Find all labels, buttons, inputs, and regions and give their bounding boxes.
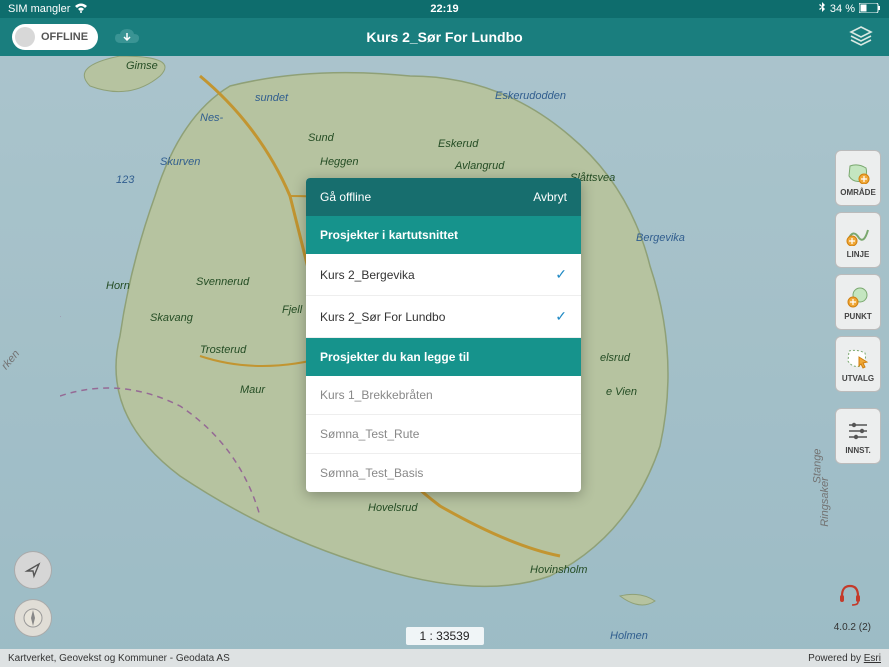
layers-button[interactable] — [845, 21, 877, 53]
status-time: 22:19 — [430, 3, 458, 15]
tool-selection-button[interactable]: UTVALG — [835, 336, 881, 392]
tool-panel: OMRÅDE LINJE PUNKT UTVALG INNST. — [835, 150, 881, 464]
line-icon — [845, 222, 871, 248]
offline-toggle[interactable]: OFFLINE — [12, 24, 98, 50]
modal-section-in-extent: Prosjekter i kartutsnittet — [306, 216, 581, 254]
sliders-icon — [845, 418, 871, 444]
support-button[interactable] — [835, 579, 865, 609]
compass-button[interactable] — [14, 599, 52, 637]
tool-point-button[interactable]: PUNKT — [835, 274, 881, 330]
project-item-available[interactable]: Sømna_Test_Rute — [306, 415, 581, 454]
check-icon: ✓ — [555, 266, 567, 283]
tool-label: INNST. — [845, 446, 870, 455]
tool-label: PUNKT — [844, 312, 872, 321]
project-label: Kurs 2_Sør For Lundbo — [320, 310, 445, 324]
status-bar: SIM mangler 22:19 34 % — [0, 0, 889, 18]
location-arrow-icon — [24, 561, 42, 579]
cloud-download-button[interactable] — [110, 23, 144, 51]
project-item-available[interactable]: Sømna_Test_Basis — [306, 454, 581, 492]
sim-status: SIM mangler — [8, 3, 70, 15]
esri-link[interactable]: Esri — [864, 653, 881, 664]
battery-percent: 34 % — [830, 3, 855, 15]
project-item-included[interactable]: Kurs 2_Bergevika ✓ — [306, 254, 581, 296]
footer: Kartverket, Geovekst og Kommuner - Geoda… — [0, 649, 889, 667]
tool-label: UTVALG — [842, 374, 874, 383]
selection-icon — [845, 346, 871, 372]
point-icon — [845, 284, 871, 310]
map-scale: 1 : 33539 — [405, 627, 483, 645]
battery-icon — [859, 3, 881, 16]
modal-cancel-button[interactable]: Avbryt — [533, 190, 567, 204]
toggle-knob — [15, 27, 35, 47]
check-icon: ✓ — [555, 308, 567, 325]
version-label: 4.0.2 (2) — [834, 622, 871, 633]
headset-icon — [837, 581, 863, 607]
compass-icon — [22, 607, 44, 629]
project-item-available[interactable]: Kurs 1_Brekkebråten — [306, 376, 581, 415]
tool-settings-button[interactable]: INNST. — [835, 408, 881, 464]
project-label: Sømna_Test_Basis — [320, 466, 423, 480]
wifi-icon — [74, 3, 88, 16]
offline-modal: Gå offline Avbryt Prosjekter i kartutsni… — [306, 178, 581, 492]
app-header: OFFLINE Kurs 2_Sør For Lundbo — [0, 18, 889, 56]
tool-area-button[interactable]: OMRÅDE — [835, 150, 881, 206]
tool-label: LINJE — [847, 250, 870, 259]
modal-section-available: Prosjekter du kan legge til — [306, 338, 581, 376]
project-item-included[interactable]: Kurs 2_Sør For Lundbo ✓ — [306, 296, 581, 338]
attribution-text: Kartverket, Geovekst og Kommuner - Geoda… — [8, 653, 230, 664]
bluetooth-icon — [819, 2, 826, 16]
tool-line-button[interactable]: LINJE — [835, 212, 881, 268]
project-label: Kurs 2_Bergevika — [320, 268, 415, 282]
tool-label: OMRÅDE — [840, 188, 876, 197]
page-title: Kurs 2_Sør For Lundbo — [366, 29, 522, 45]
offline-label: OFFLINE — [41, 31, 88, 43]
polygon-icon — [845, 160, 871, 186]
modal-header: Gå offline Avbryt — [306, 178, 581, 216]
locate-button[interactable] — [14, 551, 52, 589]
project-label: Sømna_Test_Rute — [320, 427, 419, 441]
powered-by: Powered by Esri — [808, 653, 881, 664]
project-label: Kurs 1_Brekkebråten — [320, 388, 433, 402]
modal-title: Gå offline — [320, 190, 371, 204]
